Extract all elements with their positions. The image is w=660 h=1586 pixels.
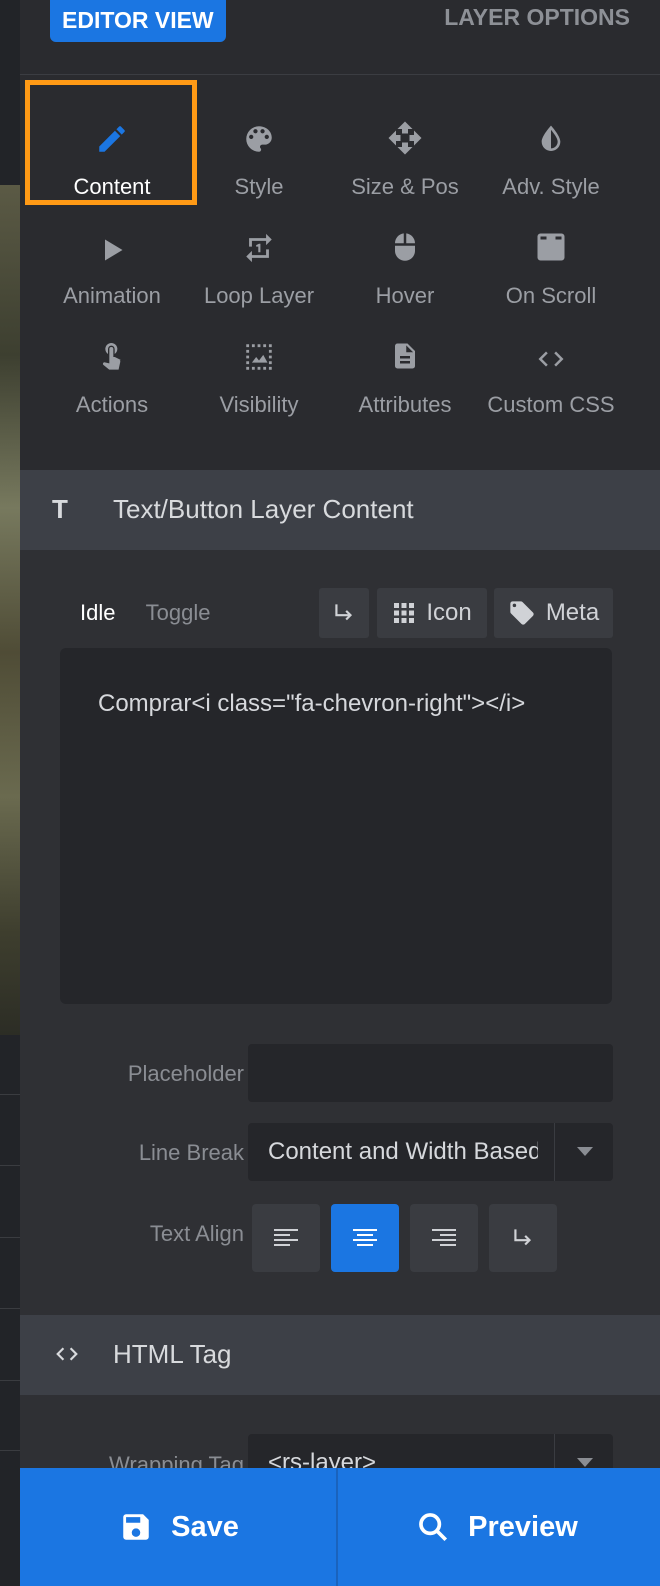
layer-content-editor[interactable]: Comprar<i class="fa-chevron-right"></i> xyxy=(60,648,612,1004)
save-disk-icon xyxy=(123,1514,149,1540)
chevron-down-icon[interactable] xyxy=(577,1458,593,1467)
option-on-scroll[interactable]: On Scroll xyxy=(478,221,624,321)
option-hover[interactable]: Hover xyxy=(332,221,478,321)
insert-linebreak-button[interactable] xyxy=(319,588,369,638)
move-arrows-icon xyxy=(388,121,422,155)
option-label: Actions xyxy=(75,392,149,417)
align-center-button[interactable] xyxy=(331,1204,399,1272)
option-label: Adv. Style xyxy=(502,174,600,199)
tab-toggle[interactable]: Toggle xyxy=(146,600,211,626)
tag-icon xyxy=(510,601,534,625)
pencil-icon xyxy=(99,126,125,152)
insert-icon-button[interactable]: Icon xyxy=(377,588,487,638)
layer-options-title: LAYER OPTIONS xyxy=(444,4,630,30)
option-label: On Scroll xyxy=(505,283,597,308)
placeholder-label: Placeholder xyxy=(127,1061,244,1086)
section-header-html-tag[interactable]: HTML Tag xyxy=(20,1315,660,1395)
section-title: Text/Button Layer Content xyxy=(113,494,414,524)
option-style[interactable]: Style xyxy=(186,112,332,212)
option-adv-style[interactable]: Adv. Style xyxy=(478,112,624,212)
chevron-down-icon[interactable] xyxy=(577,1147,593,1156)
section-header-content[interactable]: T Text/Button Layer Content xyxy=(20,470,660,550)
option-size-pos[interactable]: Size & Pos xyxy=(332,112,478,212)
align-inherit-button[interactable] xyxy=(489,1204,557,1272)
line-break-select[interactable]: Content and Width Based xyxy=(248,1123,613,1181)
align-left-button[interactable] xyxy=(252,1204,320,1272)
align-right-button[interactable] xyxy=(410,1204,478,1272)
touch-hand-icon xyxy=(102,343,122,370)
tab-idle[interactable]: Idle xyxy=(80,600,115,626)
option-loop-layer[interactable]: Loop Layer xyxy=(186,221,332,321)
option-label: Style xyxy=(234,174,284,199)
preview-label: Preview xyxy=(468,1510,578,1543)
text-align-label: Text Align xyxy=(149,1221,244,1246)
option-label: Size & Pos xyxy=(351,174,459,199)
section-title: HTML Tag xyxy=(113,1339,232,1369)
option-label: Loop Layer xyxy=(203,283,315,308)
option-label: Content xyxy=(73,174,151,199)
line-break-label: Line Break xyxy=(138,1140,244,1165)
align-center-icon xyxy=(353,1229,377,1246)
footer-bar: Save Preview xyxy=(20,1468,660,1586)
return-arrow-icon xyxy=(514,1229,532,1246)
meta-button-label: Meta xyxy=(545,599,600,626)
mouse-icon xyxy=(395,233,415,261)
preview-button[interactable]: Preview xyxy=(338,1468,656,1586)
text-t-icon: T xyxy=(52,494,68,524)
option-label: Hover xyxy=(375,283,435,308)
repeat-one-icon xyxy=(246,233,272,263)
download-box-icon xyxy=(537,233,565,261)
option-grid: Content Style Size & Pos Adv. Style Anim… xyxy=(20,75,660,470)
canvas-preview-image xyxy=(0,185,20,1035)
option-label: Custom CSS xyxy=(487,392,615,417)
content-section-body: Idle Toggle Icon Meta Comprar<i class="f… xyxy=(20,550,660,1316)
play-icon xyxy=(105,239,123,261)
option-attributes[interactable]: Attributes xyxy=(332,330,478,430)
return-arrow-icon xyxy=(335,604,353,621)
icon-button-label: Icon xyxy=(426,599,472,626)
option-visibility[interactable]: Visibility xyxy=(186,330,332,430)
option-actions[interactable]: Actions xyxy=(39,330,185,430)
editor-view-button[interactable]: EDITOR VIEW xyxy=(50,0,226,42)
layer-options-panel: EDITOR VIEW LAYER OPTIONS Content Style … xyxy=(20,0,660,1586)
panel-header: EDITOR VIEW LAYER OPTIONS xyxy=(20,0,660,75)
align-left-icon xyxy=(274,1229,298,1246)
dashed-image-icon xyxy=(246,344,272,370)
search-icon xyxy=(419,1513,448,1542)
option-label: Visibility xyxy=(219,392,299,417)
option-content[interactable]: Content xyxy=(39,112,185,212)
document-icon xyxy=(395,343,415,369)
grid-dots-icon xyxy=(394,603,415,623)
option-custom-css[interactable]: Custom CSS xyxy=(478,330,624,430)
insert-meta-button[interactable]: Meta xyxy=(494,588,613,638)
layer-content-text[interactable]: Comprar<i class="fa-chevron-right"></i> xyxy=(98,686,572,722)
option-label: Attributes xyxy=(358,392,452,417)
placeholder-input[interactable] xyxy=(248,1044,613,1102)
state-tabs: Idle Toggle xyxy=(80,600,234,626)
code-brackets-icon xyxy=(538,351,564,367)
contrast-drop-icon xyxy=(541,125,561,151)
save-label: Save xyxy=(171,1510,239,1543)
code-brackets-icon xyxy=(52,1341,82,1374)
palette-icon xyxy=(246,126,272,152)
save-button[interactable]: Save xyxy=(20,1468,338,1586)
select-divider xyxy=(554,1123,555,1181)
option-label: Animation xyxy=(63,283,161,308)
align-right-icon xyxy=(432,1229,456,1246)
line-break-value: Content and Width Based xyxy=(268,1138,538,1165)
option-animation[interactable]: Animation xyxy=(39,221,185,321)
